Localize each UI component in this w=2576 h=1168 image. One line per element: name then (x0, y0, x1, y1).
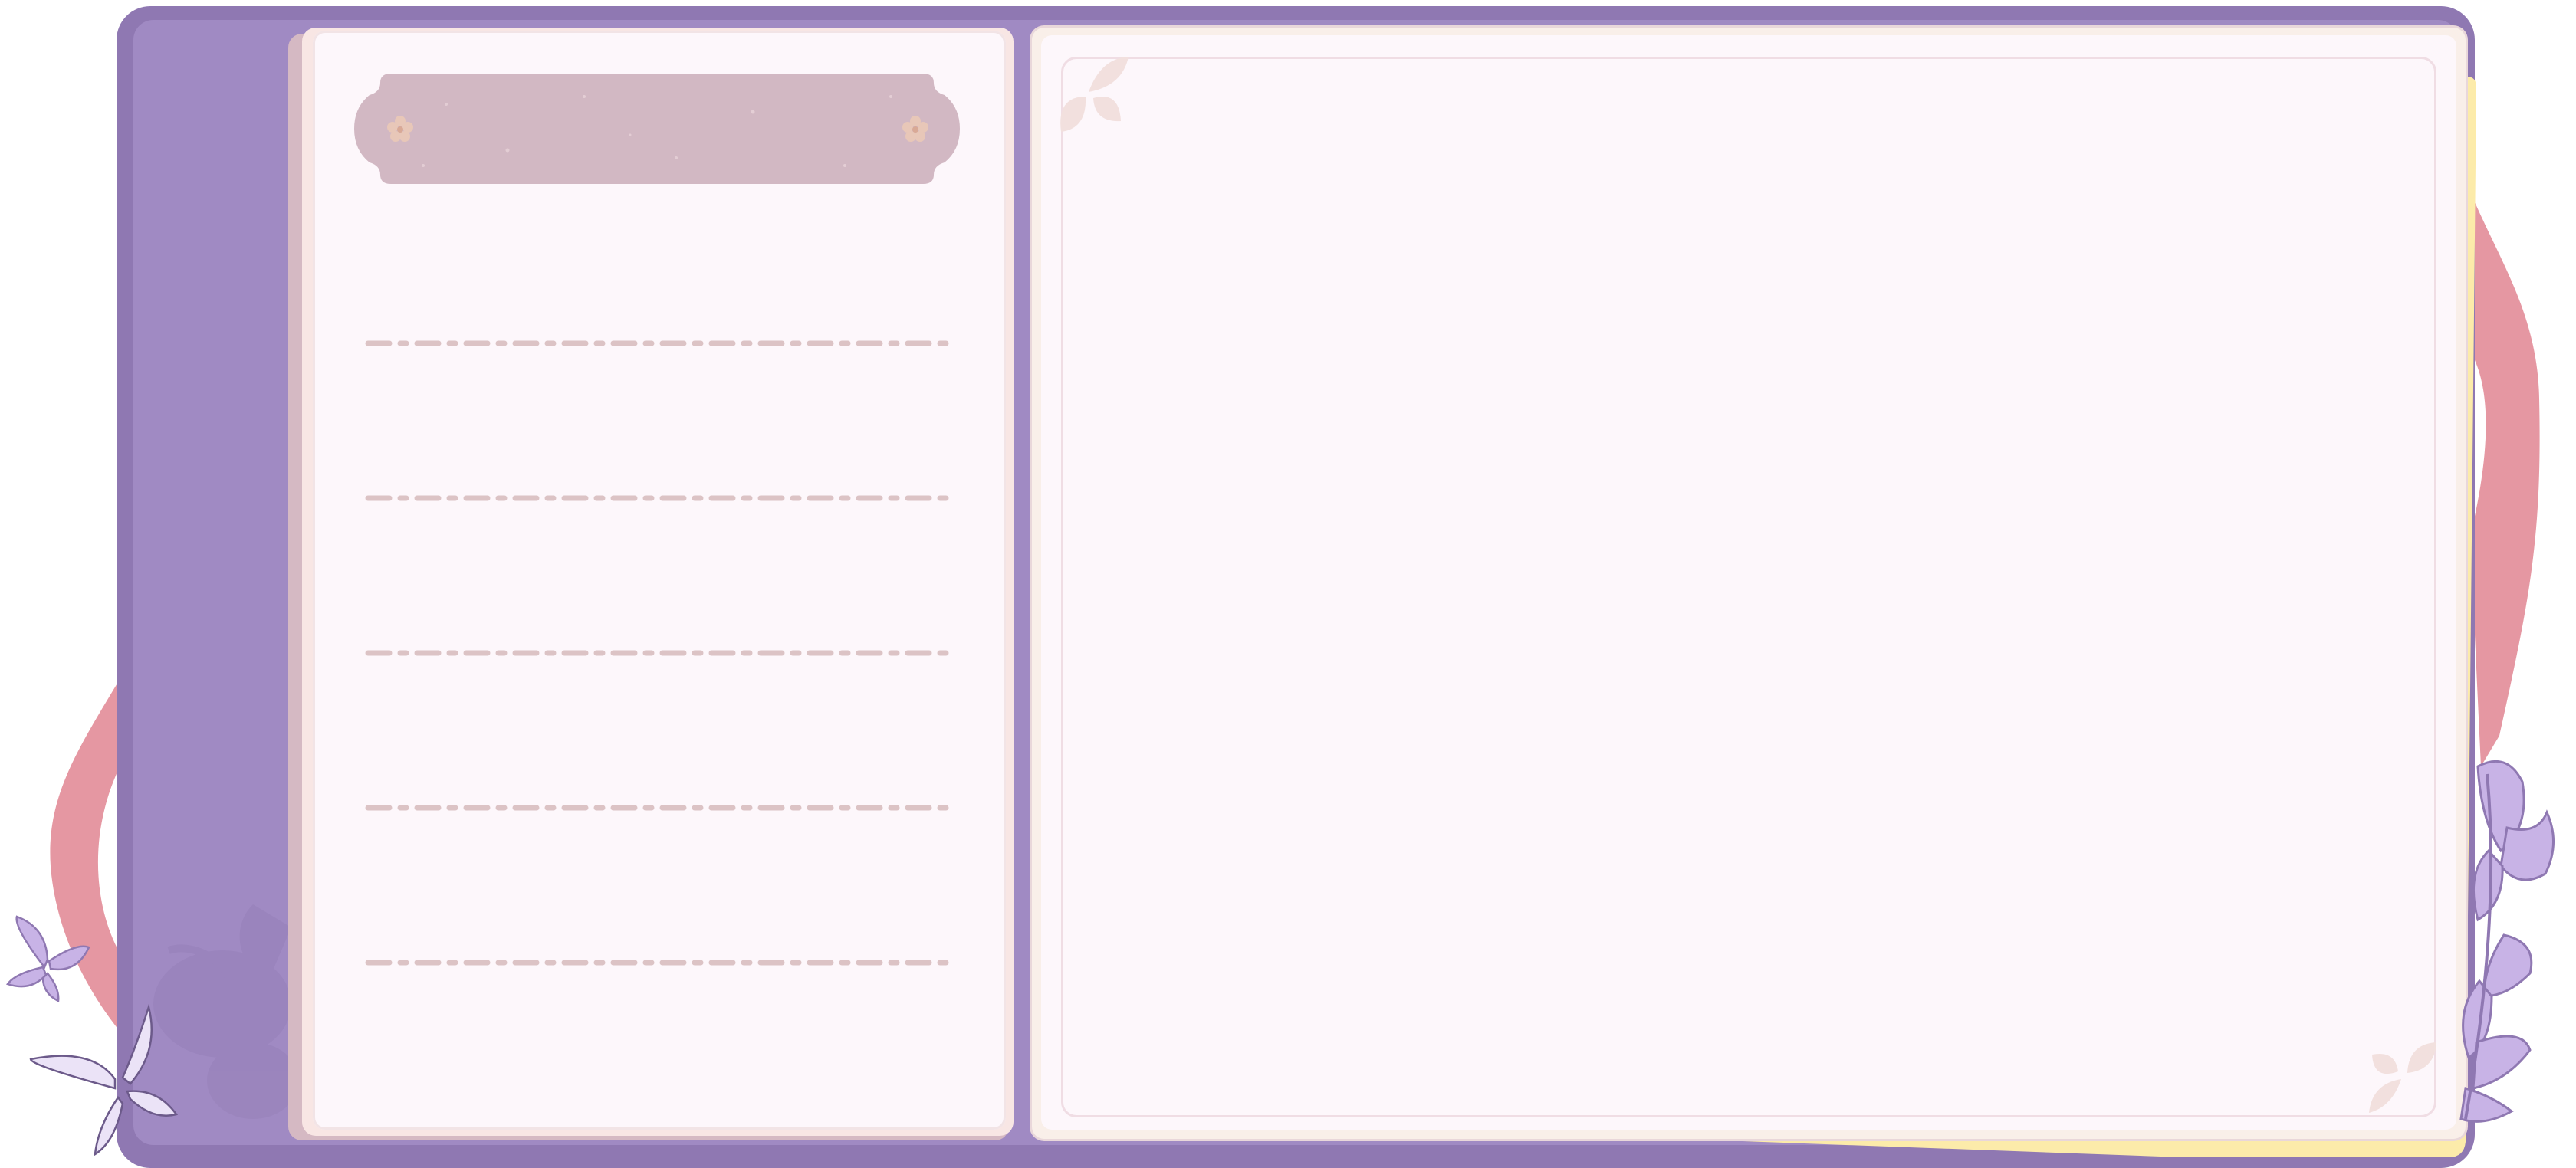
butterfly-small (5, 915, 90, 1002)
butterfly-large (29, 1003, 179, 1157)
butterfly-decoration (5, 915, 179, 1157)
